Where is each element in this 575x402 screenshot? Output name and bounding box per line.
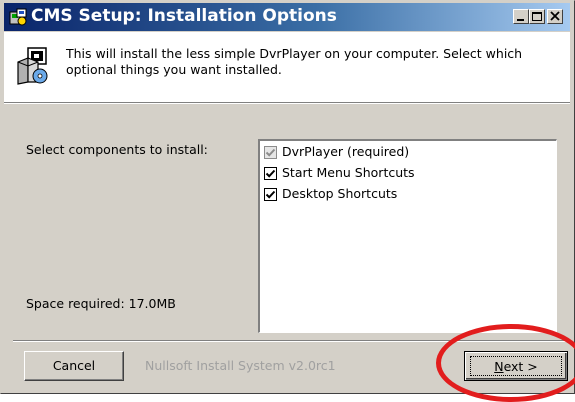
select-components-label: Select components to install: [26, 142, 208, 157]
component-desktop-checkbox[interactable] [264, 188, 277, 201]
title-bar[interactable]: CMS Setup: Installation Options [4, 3, 570, 31]
close-button[interactable] [547, 9, 563, 24]
installer-box-icon [14, 46, 54, 86]
header-panel: This will install the less simple DvrPla… [4, 32, 570, 102]
component-dvrplayer-checkbox [264, 146, 277, 159]
nsis-brand-text: Nullsoft Install System v2.0rc1 [145, 358, 336, 373]
component-start-menu-checkbox[interactable] [264, 167, 277, 180]
minimize-icon [517, 19, 524, 21]
maximize-icon [532, 12, 542, 21]
space-required-label: Space required: 17.0MB [26, 296, 176, 311]
checkmark-icon [265, 190, 276, 199]
close-icon [550, 11, 560, 21]
highlight-annotation-ring [436, 324, 575, 402]
components-list[interactable]: DvrPlayer (required) Start Menu Shortcut… [258, 139, 557, 333]
setup-app-icon[interactable] [9, 8, 27, 26]
minimize-button[interactable] [513, 9, 529, 24]
header-divider [4, 102, 570, 104]
component-dvrplayer-label: DvrPlayer (required) [282, 144, 410, 159]
checkmark-icon [265, 169, 276, 178]
maximize-button[interactable] [529, 9, 545, 24]
header-description: This will install the less simple DvrPla… [66, 46, 523, 77]
checkmark-icon [265, 148, 276, 157]
component-desktop-label[interactable]: Desktop Shortcuts [282, 186, 397, 201]
window-title: CMS Setup: Installation Options [31, 6, 337, 26]
component-start-menu-label[interactable]: Start Menu Shortcuts [282, 165, 415, 180]
cancel-button[interactable]: Cancel [24, 351, 124, 381]
